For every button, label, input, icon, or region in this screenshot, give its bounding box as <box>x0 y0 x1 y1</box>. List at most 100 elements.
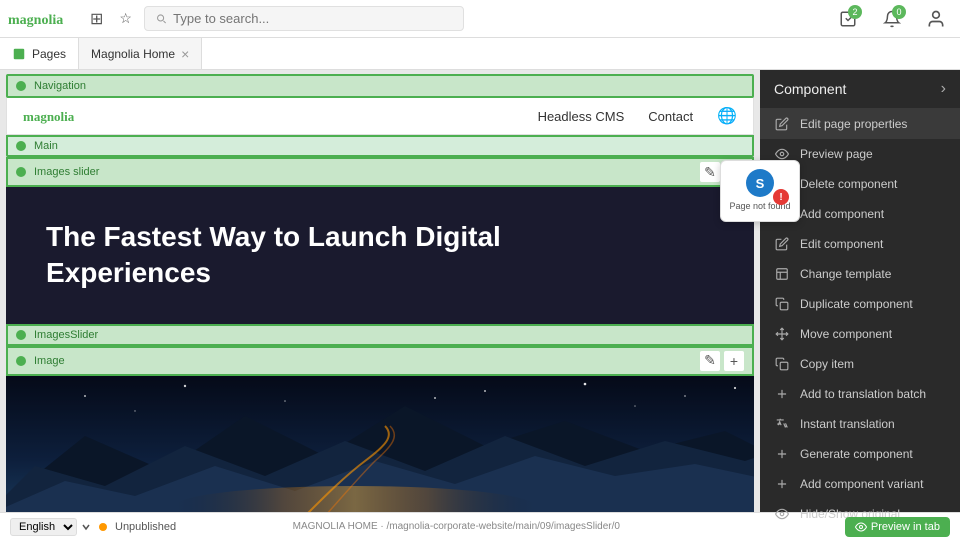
svg-text:magnolia: magnolia <box>23 109 75 124</box>
app-logo: magnolia <box>8 9 78 29</box>
page-area: Navigation magnolia Headless CMS Contact… <box>0 70 760 512</box>
right-panel-header: Component › <box>760 70 960 109</box>
image-bar-actions: ✎ + <box>700 351 744 371</box>
menu-item-instant-translation[interactable]: Instant translation <box>760 409 960 439</box>
menu-label-instant-translation: Instant translation <box>800 417 895 431</box>
copy-icon <box>774 356 790 372</box>
website-logo: magnolia <box>23 106 103 126</box>
menu-label-duplicate-component: Duplicate component <box>800 297 913 311</box>
images-slider-bottom-dot <box>16 330 26 340</box>
user-button[interactable] <box>920 3 952 35</box>
tab-pages-label: Pages <box>32 47 66 61</box>
menu-item-generate-component[interactable]: Generate component <box>760 439 960 469</box>
chevron-down-icon <box>81 522 91 532</box>
search-icon <box>155 12 167 25</box>
star-icon[interactable]: ☆ <box>115 6 136 31</box>
menu-item-add-translation-batch[interactable]: Add to translation batch <box>760 379 960 409</box>
main-dot <box>16 141 26 151</box>
nav-link-contact[interactable]: Contact <box>648 109 693 124</box>
language-dropdown[interactable]: English <box>10 518 77 536</box>
website-nav: magnolia Headless CMS Contact 🌐 <box>6 98 754 135</box>
menu-label-move-component: Move component <box>800 327 892 341</box>
tab-pages[interactable]: Pages <box>0 38 79 69</box>
publish-status: Unpublished <box>115 521 176 533</box>
menu-item-change-template[interactable]: Change template <box>760 259 960 289</box>
menu-label-add-translation-batch: Add to translation batch <box>800 387 926 401</box>
menu-label-delete-component: Delete component <box>800 177 897 191</box>
menu-item-duplicate-component[interactable]: Duplicate component <box>760 289 960 319</box>
right-panel-chevron[interactable]: › <box>941 80 946 98</box>
error-icon: ! <box>773 189 789 205</box>
error-notification: S ! Page not found <box>720 160 800 222</box>
tab-close-button[interactable]: × <box>181 47 189 61</box>
menu-item-copy-item[interactable]: Copy item <box>760 349 960 379</box>
image-edit-button[interactable]: ✎ <box>700 351 720 371</box>
edit-icon <box>774 236 790 252</box>
language-selector[interactable]: English <box>10 518 91 536</box>
menu-label-change-template: Change template <box>800 267 891 281</box>
menu-label-add-component: Add component <box>800 207 884 221</box>
tasks-badge: 2 <box>848 5 862 19</box>
website-nav-links: Headless CMS Contact 🌐 <box>538 106 737 126</box>
menu-item-add-component-variant[interactable]: Add component variant <box>760 469 960 499</box>
hero-area: The Fastest Way to Launch Digital Experi… <box>6 187 754 324</box>
menu-label-edit-component: Edit component <box>800 237 883 251</box>
nav-dot <box>16 81 26 91</box>
duplicate-icon <box>774 296 790 312</box>
menu-item-edit-page-properties[interactable]: Edit page properties <box>760 109 960 139</box>
preview-icon <box>855 521 867 533</box>
nav-link-headless[interactable]: Headless CMS <box>538 109 625 124</box>
skype-badge: S <box>746 169 774 197</box>
top-bar: magnolia ⊞ ☆ 2 0 <box>0 0 960 38</box>
mountain-svg <box>6 376 754 512</box>
main-label: Main <box>34 140 58 152</box>
svg-text:magnolia: magnolia <box>8 13 63 28</box>
menu-label-edit-page-properties: Edit page properties <box>800 117 907 131</box>
main-layout: Navigation magnolia Headless CMS Contact… <box>0 70 960 512</box>
translation-add-icon <box>774 386 790 402</box>
image-bar: Image ✎ + <box>6 346 754 376</box>
images-slider-bottom-label: ImagesSlider <box>34 329 98 341</box>
mountain-image <box>6 376 754 512</box>
search-bar[interactable] <box>144 6 464 31</box>
menu-label-add-component-variant: Add component variant <box>800 477 923 491</box>
navigation-section: Navigation <box>6 74 754 98</box>
hide-show-icon <box>774 506 790 522</box>
mountain-scene <box>6 376 754 512</box>
template-icon <box>774 266 790 282</box>
menu-item-edit-component[interactable]: Edit component <box>760 229 960 259</box>
images-slider-edit-button[interactable]: ✎ <box>700 162 720 182</box>
search-input[interactable] <box>173 11 453 26</box>
images-slider-bar: Images slider ✎ + <box>6 157 754 187</box>
image-bar-dot <box>16 356 26 366</box>
image-bar-label: Image <box>34 355 692 367</box>
menu-label-preview-page: Preview page <box>800 147 873 161</box>
tasks-button[interactable]: 2 <box>832 3 864 35</box>
menu-label-generate-component: Generate component <box>800 447 913 461</box>
grid-icon[interactable]: ⊞ <box>86 5 107 33</box>
tab-magnolia-home[interactable]: Magnolia Home × <box>79 38 202 69</box>
tab-active-label: Magnolia Home <box>91 47 175 61</box>
menu-item-move-component[interactable]: Move component <box>760 319 960 349</box>
generate-icon <box>774 446 790 462</box>
move-icon <box>774 326 790 342</box>
main-section: Main <box>6 135 754 157</box>
user-icon <box>926 9 946 29</box>
variant-icon <box>774 476 790 492</box>
menu-label-copy-item: Copy item <box>800 357 854 371</box>
preview-in-tab-button[interactable]: Preview in tab <box>845 517 950 537</box>
image-add-button[interactable]: + <box>724 351 744 371</box>
preview-button-label: Preview in tab <box>871 521 940 533</box>
notifications-button[interactable]: 0 <box>876 3 908 35</box>
unpublished-dot <box>99 523 107 531</box>
page-path: MAGNOLIA HOME · /magnolia-corporate-webs… <box>293 521 620 532</box>
images-slider-dot <box>16 167 26 177</box>
tab-bar: Pages Magnolia Home × <box>0 38 960 70</box>
notifications-badge: 0 <box>892 5 906 19</box>
globe-icon[interactable]: 🌐 <box>717 106 737 126</box>
nav-label: Navigation <box>34 80 86 92</box>
pencil-icon <box>774 116 790 132</box>
hero-title: The Fastest Way to Launch Digital Experi… <box>46 219 646 292</box>
right-panel-title: Component <box>774 81 846 97</box>
images-slider-label: Images slider <box>34 166 692 178</box>
